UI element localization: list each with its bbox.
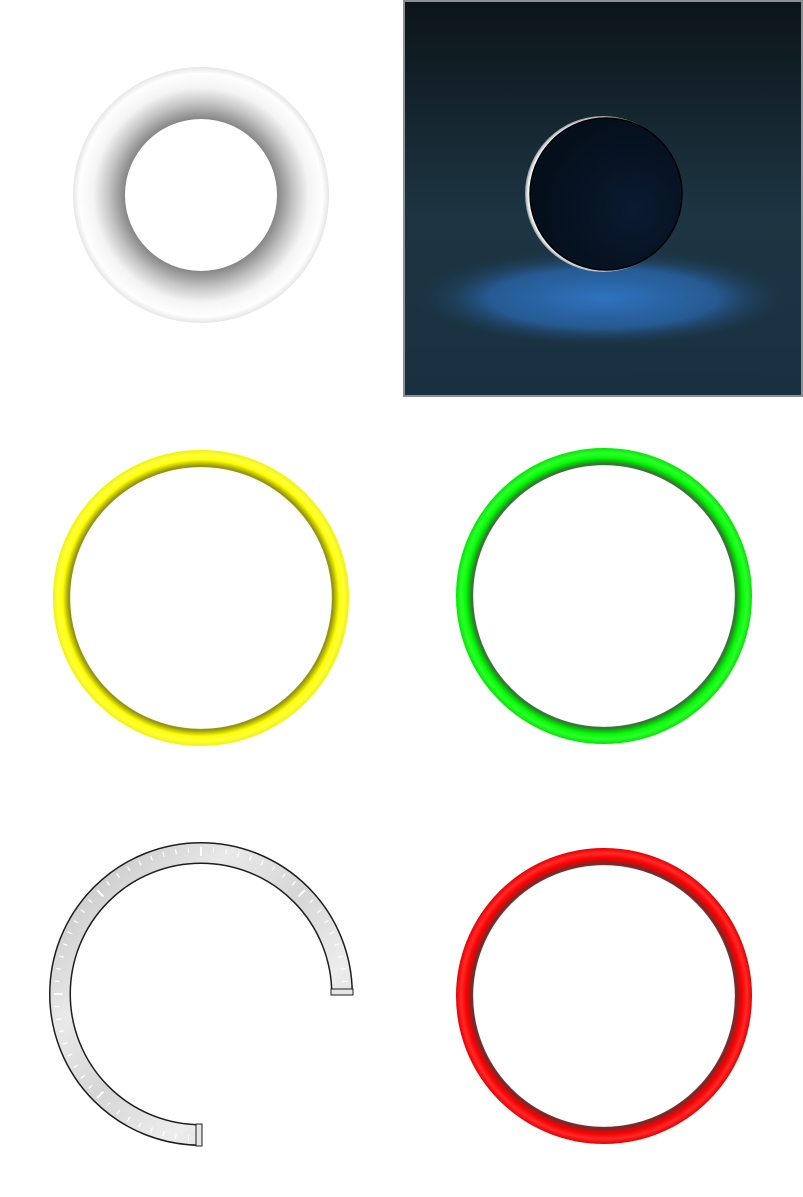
gauge-end-cap-bottom bbox=[195, 1123, 203, 1147]
orb bbox=[529, 117, 683, 271]
gauge-minor-tick bbox=[340, 967, 346, 970]
dark-orb-graphic bbox=[403, 0, 803, 397]
yellow-ring-band bbox=[53, 450, 349, 746]
gauge-minor-tick bbox=[174, 849, 177, 855]
gauge-ticks bbox=[54, 847, 348, 1141]
green-ring-graphic bbox=[456, 448, 752, 744]
green-ring-inner-shade bbox=[471, 463, 737, 729]
gauge-minor-tick bbox=[225, 849, 228, 855]
gauge-minor-tick bbox=[174, 1133, 177, 1139]
tick-gauge-tile bbox=[0, 796, 402, 1197]
gauge-end-cap-right bbox=[330, 988, 354, 996]
tick-gauge-graphic bbox=[49, 842, 354, 1147]
red-ring-band bbox=[456, 848, 752, 1144]
yellow-ring-tile bbox=[0, 398, 402, 796]
red-ring-graphic bbox=[456, 848, 752, 1144]
gray-torus-graphic bbox=[73, 67, 329, 323]
torus-hole bbox=[125, 119, 277, 271]
yellow-ring-graphic bbox=[53, 450, 349, 746]
green-ring-band bbox=[456, 448, 752, 744]
yellow-ring-inner-shade bbox=[68, 465, 334, 731]
red-ring-tile bbox=[403, 796, 803, 1197]
dark-orb-tile bbox=[403, 0, 803, 397]
gauge-minor-tick bbox=[56, 1018, 62, 1021]
gray-torus-tile bbox=[0, 0, 402, 397]
green-ring-tile bbox=[403, 398, 803, 796]
red-ring-inner-shade bbox=[471, 863, 737, 1129]
gauge-minor-tick bbox=[56, 967, 62, 970]
